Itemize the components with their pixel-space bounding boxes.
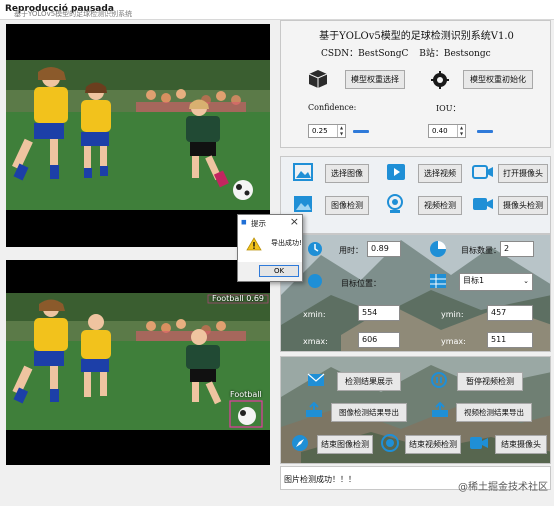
xmin-field: 554 [358,305,400,321]
warning-icon [246,237,262,253]
chevron-down-icon: ⌄ [523,277,529,285]
time-field: 0.89 [367,241,401,257]
target-count-field: 2 [500,241,534,257]
camera-icon [472,165,494,181]
export-video-icon [431,401,449,420]
bilibili-info: B站：Bestsongc [419,49,491,59]
end-video-detect-button[interactable]: 结束视频检测 [405,435,461,454]
soccer-photo-original [6,60,270,210]
show-result-button[interactable]: 检测结果展示 [337,372,401,391]
csdn-info: CSDN：BestSongC [321,49,409,59]
model-select-button[interactable]: 模型权重选择 [345,70,405,89]
system-title: 基于YOLOv5模型的足球检测识别系统V1.0 [319,31,514,42]
ymax-label: ymax: [441,337,466,346]
detection-result-panel: 用时： 0.89 目标数量： 2 目标位置： 目标1 ⌄ xmin: 554 y… [280,234,551,352]
pie-chart-icon [429,240,447,260]
video-icon [386,163,406,183]
export-success-dialog: ◼ 提示 × 导出成功! OK [237,214,303,282]
detection-label-2: Football [230,390,262,399]
pause-video-button[interactable]: 暂停视频检测 [457,372,523,391]
webcam-icon [386,194,404,216]
gear-icon [431,71,449,91]
window-overlay-title: 基于YOLOv5模型的足球检测识别系统 [14,10,133,18]
detection-label-1: Football 0.69 [212,294,265,303]
xmax-label: xmax: [303,337,328,346]
export-image-icon [305,401,323,420]
iou-slider[interactable] [477,130,493,133]
mail-icon [307,373,325,389]
xmin-label: xmin: [303,310,326,319]
ymin-label: ymin: [441,310,464,319]
spin-arrows-icon[interactable]: ▲ ▼ [457,125,465,137]
camera-detect-icon [472,197,494,213]
camera-off-icon [469,436,489,452]
detected-image-view: Football 0.69 Football [6,260,270,465]
target-count-label: 目标数量： [461,246,501,255]
time-label: 用时： [339,246,363,255]
spin-arrows-icon[interactable]: ▲ ▼ [337,125,345,137]
compass-icon [291,434,309,454]
xmax-field: 606 [358,332,400,348]
end-image-detect-button[interactable]: 结束图像检测 [317,435,373,454]
confidence-slider[interactable] [353,130,369,133]
target-select-value: 目标1 [463,276,485,285]
dialog-message: 导出成功! [271,239,302,247]
ymax-field: 511 [487,332,533,348]
dialog-app-icon: ◼ [241,218,247,226]
actions-panel: 检测结果展示 暂停视频检测 图像检测结果导出 视频检测结果导出 结束图像检测 结… [280,356,551,464]
camera-detect-button[interactable]: 摄像头检测 [498,196,548,215]
select-video-button[interactable]: 选择视频 [418,164,462,183]
confidence-value: 0.25 [312,127,328,135]
watermark: @稀土掘金技术社区 [458,482,548,493]
image-icon [293,163,313,183]
iou-spinbox[interactable]: 0.40 ▲ ▼ [428,124,466,138]
status-message: 图片检测成功！！！ [284,475,356,484]
stop-icon [381,434,399,454]
iou-label: IOU： [436,104,461,113]
iou-value: 0.40 [432,127,448,135]
close-icon[interactable]: × [290,215,299,228]
image-detect-icon [293,195,313,215]
window-titlebar: Reproducció pausada 基于YOLOv5模型的足球检测识别系统 [0,0,554,20]
dialog-title: 提示 [251,219,266,228]
target-position-label: 目标位置： [341,279,381,288]
ok-button[interactable]: OK [259,265,299,277]
video-detect-button[interactable]: 视频检测 [418,196,462,215]
model-init-button[interactable]: 模型权重初始化 [463,70,533,89]
location-icon [307,273,323,291]
model-settings-panel: 基于YOLOv5模型的足球检测识别系统V1.0 CSDN：BestSongC B… [280,20,551,148]
export-image-button[interactable]: 图像检测结果导出 [331,403,407,422]
export-video-button[interactable]: 视频检测结果导出 [456,403,532,422]
media-buttons-panel: 选择图像 选择视频 打开摄像头 图像检测 视频检测 摄像头检测 [280,156,551,234]
end-camera-button[interactable]: 结束摄像头 [495,435,547,454]
confidence-label: Confidence: [308,103,357,112]
soccer-photo-detected: Football 0.69 Football [6,293,270,430]
image-detect-button[interactable]: 图像检测 [325,196,369,215]
ymin-field: 457 [487,305,533,321]
original-image-view [6,24,270,247]
select-image-button[interactable]: 选择图像 [325,164,369,183]
target-select[interactable]: 目标1 ⌄ [459,273,533,291]
pause-icon [431,372,447,390]
clock-icon [307,241,323,259]
grid-icon [429,273,447,291]
author-info: CSDN：BestSongC B站：Bestsongc [321,46,499,59]
confidence-spinbox[interactable]: 0.25 ▲ ▼ [308,124,346,138]
open-camera-button[interactable]: 打开摄像头 [498,164,548,183]
cube-icon [308,69,328,91]
